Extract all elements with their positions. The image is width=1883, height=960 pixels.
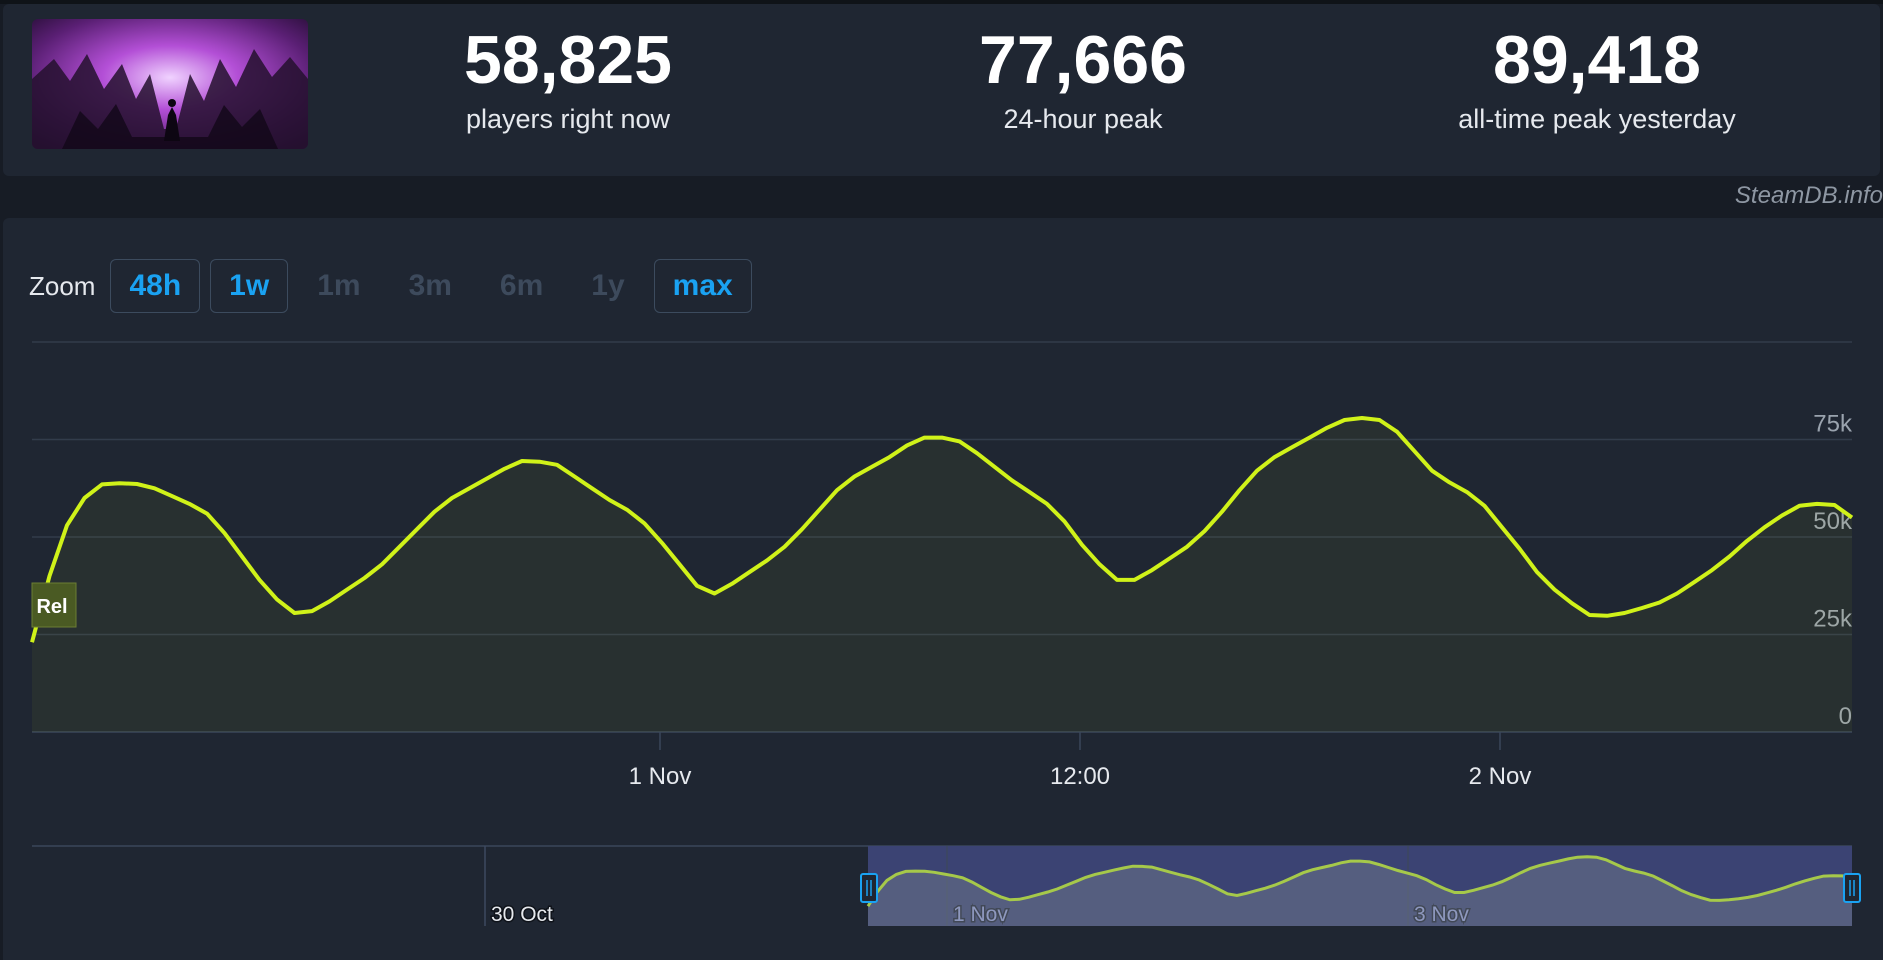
y-tick-label: 75k bbox=[1813, 411, 1853, 438]
series-area bbox=[32, 418, 1852, 732]
navigator-handle-right[interactable] bbox=[1843, 873, 1861, 903]
page: 58,825 players right now 77,666 24-hour … bbox=[0, 0, 1883, 960]
x-tick-label: 2 Nov bbox=[1469, 763, 1532, 790]
navigator-handle-left[interactable] bbox=[860, 873, 878, 903]
x-tick-label: 1 Nov bbox=[629, 763, 692, 790]
player-count-chart[interactable]: 025k50k75k1 Nov12:002 Nov12:003 Nov12:00… bbox=[0, 0, 1883, 960]
navigator-tick-label: 30 Oct bbox=[491, 903, 553, 926]
x-tick-label: 12:00 bbox=[1050, 763, 1110, 790]
release-flag-label: Rel bbox=[36, 596, 67, 618]
